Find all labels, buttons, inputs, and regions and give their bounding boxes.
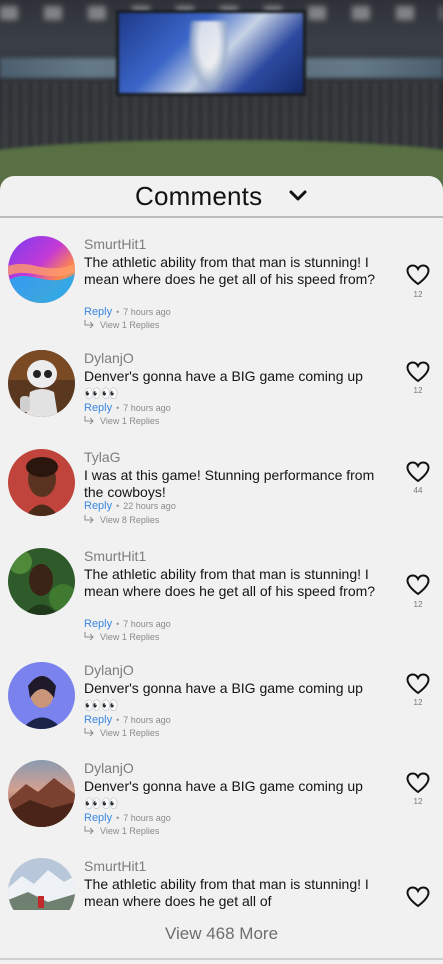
like-count: 12: [413, 290, 423, 299]
reply-arrow-icon: [84, 728, 94, 736]
comment-item: DylanjO Denver's gonna have a BIG game c…: [0, 744, 443, 840]
comment-username[interactable]: SmurtHit1: [84, 548, 146, 564]
comment-time: 7 hours ago: [123, 619, 171, 629]
comment-item: DylanjO Denver's gonna have a BIG game c…: [0, 646, 443, 742]
comment-item: SmurtHit1 The athletic ability from that…: [0, 220, 443, 330]
comment-item: SmurtHit1 The athletic ability from that…: [0, 842, 443, 910]
reply-arrow-icon: [84, 320, 94, 328]
avatar[interactable]: [8, 350, 75, 417]
heart-icon[interactable]: [406, 461, 430, 483]
like-count: 12: [413, 600, 423, 609]
comments-title: Comments: [135, 181, 263, 211]
comment-time: 7 hours ago: [123, 307, 171, 317]
comment-time: 7 hours ago: [123, 813, 171, 823]
like-count: 12: [413, 797, 423, 806]
comment-text: I was at this game! Stunning performance…: [84, 467, 375, 500]
comment-meta: Reply • 7 hours ago: [84, 306, 171, 318]
comment-username[interactable]: TylaG: [84, 449, 121, 465]
view-replies-link[interactable]: View 8 Replies: [84, 515, 159, 525]
comment-username[interactable]: DylanjO: [84, 350, 134, 366]
comments-header: Comments: [0, 176, 443, 218]
comment-time: 22 hours ago: [123, 501, 176, 511]
avatar[interactable]: [8, 858, 75, 910]
comment-meta: Reply • 7 hours ago: [84, 402, 171, 414]
like-count: 12: [413, 698, 423, 707]
reply-arrow-icon: [84, 416, 94, 424]
heart-icon[interactable]: [406, 772, 430, 794]
comment-time: 7 hours ago: [123, 715, 171, 725]
avatar[interactable]: [8, 662, 75, 729]
comment-text: The athletic ability from that man is st…: [84, 566, 376, 599]
avatar[interactable]: [8, 236, 75, 303]
comment-text: Denver's gonna have a BIG game coming up…: [84, 778, 363, 811]
comment-item: TylaG I was at this game! Stunning perfo…: [0, 433, 443, 529]
view-replies-link[interactable]: View 1 Replies: [84, 826, 159, 836]
comment-text: Denver's gonna have a BIG game coming up…: [84, 368, 363, 401]
view-replies-link[interactable]: View 1 Replies: [84, 320, 159, 330]
comment-username[interactable]: DylanjO: [84, 662, 134, 678]
reply-link[interactable]: Reply: [84, 714, 112, 726]
comment-meta: Reply • 22 hours ago: [84, 500, 176, 512]
comment-meta: Reply • 7 hours ago: [84, 812, 171, 824]
chevron-down-icon[interactable]: [288, 188, 308, 204]
view-more-button[interactable]: View 468 More: [0, 924, 443, 944]
background-stadium-image: [0, 0, 443, 200]
divider: [0, 958, 443, 960]
heart-icon[interactable]: [406, 361, 430, 383]
heart-icon[interactable]: [406, 574, 430, 596]
reply-link[interactable]: Reply: [84, 402, 112, 414]
comment-text: The athletic ability from that man is st…: [84, 876, 369, 909]
view-replies-link[interactable]: View 1 Replies: [84, 416, 159, 426]
avatar[interactable]: [8, 760, 75, 827]
reply-link[interactable]: Reply: [84, 618, 112, 630]
view-replies-link[interactable]: View 1 Replies: [84, 728, 159, 738]
reply-arrow-icon: [84, 515, 94, 523]
like-count: 44: [413, 486, 423, 495]
reply-link[interactable]: Reply: [84, 500, 112, 512]
comment-meta: Reply • 7 hours ago: [84, 714, 171, 726]
comment-time: 7 hours ago: [123, 403, 171, 413]
heart-icon[interactable]: [406, 264, 430, 286]
comment-item: DylanjO Denver's gonna have a BIG game c…: [0, 334, 443, 430]
heart-icon[interactable]: [406, 886, 430, 908]
reply-link[interactable]: Reply: [84, 306, 112, 318]
comment-item: SmurtHit1 The athletic ability from that…: [0, 532, 443, 642]
avatar[interactable]: [8, 548, 75, 615]
comments-list[interactable]: SmurtHit1 The athletic ability from that…: [0, 220, 443, 910]
comment-text: Denver's gonna have a BIG game coming up…: [84, 680, 363, 713]
comment-username[interactable]: DylanjO: [84, 760, 134, 776]
like-count: 12: [413, 386, 423, 395]
heart-icon[interactable]: [406, 673, 430, 695]
comment-meta: Reply • 7 hours ago: [84, 618, 171, 630]
comments-sheet: Comments SmurtHit1 The athletic ability …: [0, 176, 443, 964]
comment-username[interactable]: SmurtHit1: [84, 858, 146, 874]
reply-link[interactable]: Reply: [84, 812, 112, 824]
reply-arrow-icon: [84, 826, 94, 834]
view-replies-link[interactable]: View 1 Replies: [84, 632, 159, 642]
avatar[interactable]: [8, 449, 75, 516]
comment-username[interactable]: SmurtHit1: [84, 236, 146, 252]
reply-arrow-icon: [84, 632, 94, 640]
comment-text: The athletic ability from that man is st…: [84, 254, 376, 287]
